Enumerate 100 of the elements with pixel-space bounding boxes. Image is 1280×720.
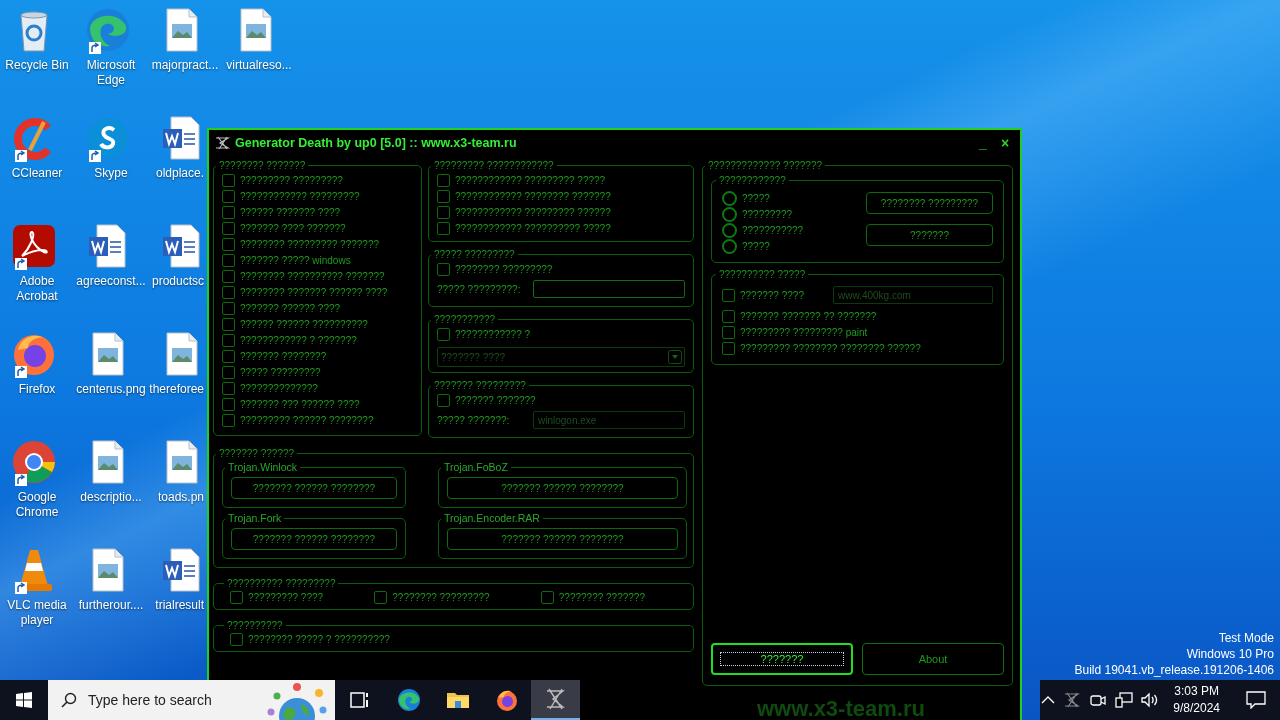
footer-link-text: www.x3-team.ru — [757, 696, 925, 720]
checkbox-label: ??????? ??????? — [455, 394, 536, 406]
checkbox[interactable] — [222, 173, 235, 187]
clock-date[interactable]: 9/8/2024 — [1173, 700, 1220, 717]
field-label: ????? ???????: — [437, 414, 511, 426]
checkbox[interactable] — [222, 253, 235, 267]
checkbox[interactable] — [722, 288, 735, 302]
browser-icon — [494, 688, 519, 712]
group-title: ?????????? ????????? — [226, 578, 337, 589]
checkbox[interactable] — [437, 221, 450, 235]
group-title: ???????????? — [718, 175, 787, 186]
dialog-button[interactable]: About — [862, 643, 1004, 675]
action-button[interactable]: ??????? ?????? ???????? — [447, 477, 678, 499]
icon-label[interactable]: thereforee — [149, 382, 204, 397]
icon-label[interactable]: VLC media player — [1, 598, 73, 628]
checkbox[interactable] — [222, 237, 235, 251]
radio-button[interactable] — [722, 238, 737, 254]
checkbox[interactable] — [222, 381, 235, 395]
checkbox[interactable] — [437, 189, 450, 203]
checkbox-label: ??????? ??? ?????? ???? — [240, 398, 360, 410]
checkbox-label: ??????? ???? ??????? — [240, 222, 346, 234]
icon-label[interactable]: majorpract... — [149, 58, 221, 73]
document-icon[interactable] — [87, 222, 129, 270]
document-icon[interactable] — [161, 222, 203, 270]
radio-button[interactable] — [722, 190, 737, 206]
icon-label[interactable]: centerus.png — [75, 382, 147, 397]
icon-label[interactable]: furtherour.... — [75, 598, 147, 613]
icon-label[interactable]: oldplace. — [155, 166, 204, 181]
app-logo-icon[interactable] — [1063, 692, 1082, 708]
checkbox[interactable] — [222, 413, 235, 427]
icon-label[interactable]: agreeconst... — [75, 274, 147, 289]
checkbox[interactable] — [222, 317, 235, 331]
checkbox[interactable] — [437, 327, 450, 341]
checkbox[interactable] — [437, 393, 450, 407]
radio-button[interactable] — [722, 206, 737, 222]
dialog-button[interactable]: ??????? — [711, 643, 853, 675]
checkbox[interactable] — [437, 262, 450, 276]
action-button[interactable]: ??????? — [866, 224, 993, 246]
icon-label[interactable]: Adobe Acrobat — [1, 274, 73, 304]
checkbox[interactable] — [722, 309, 735, 323]
icon-label[interactable]: virtualreso... — [223, 58, 295, 73]
checkbox[interactable] — [374, 590, 388, 604]
group-title: ??????? ?????? — [218, 448, 296, 459]
browser-icon[interactable] — [87, 6, 129, 54]
checkbox-label: ??????? ???? — [740, 289, 804, 301]
action-button[interactable]: ??????? ?????? ???????? — [447, 528, 678, 550]
checkbox[interactable] — [222, 397, 235, 411]
icon-label[interactable]: Google Chrome — [1, 490, 73, 520]
checkbox[interactable] — [222, 269, 235, 283]
volume-icon[interactable] — [1141, 692, 1160, 708]
icon-label[interactable]: Firefox — [1, 382, 73, 397]
browser-icon[interactable] — [13, 438, 55, 486]
clock-time[interactable]: 3:03 PM — [1174, 683, 1219, 700]
action-button[interactable]: ??????? ?????? ???????? — [231, 528, 397, 550]
checkbox-label: ???????????? ? ??????? — [240, 334, 357, 346]
group-title: ???????? ??????? — [218, 160, 307, 171]
notification-icon[interactable] — [1246, 691, 1266, 709]
checkbox[interactable] — [222, 285, 235, 299]
checkbox-label: ?????? ?????? ?????????? — [240, 318, 368, 330]
checkbox-label: ?????????????? — [240, 382, 318, 394]
input-field[interactable] — [533, 280, 685, 298]
checkbox-label: ???????????? ????????? ????? — [455, 174, 606, 186]
group-title: ????????????? ??????? — [707, 160, 823, 171]
action-button[interactable]: ???????? ????????? — [866, 192, 993, 214]
icon-label[interactable]: Recycle Bin — [1, 58, 73, 73]
checkbox[interactable] — [722, 341, 735, 355]
checkbox[interactable] — [222, 365, 235, 379]
icon-label[interactable]: Skype — [75, 166, 147, 181]
icon-label[interactable]: toads.pn — [157, 490, 204, 505]
document-icon[interactable] — [161, 114, 203, 162]
checkbox[interactable] — [222, 301, 235, 315]
camera-icon[interactable] — [1089, 692, 1108, 708]
group-title: ?????????? — [226, 620, 284, 631]
checkbox[interactable] — [230, 590, 243, 604]
group-title: ????? ????????? — [433, 249, 516, 260]
chevron-up-icon[interactable] — [1041, 695, 1056, 705]
action-button[interactable]: ??????? ?????? ???????? — [231, 477, 397, 499]
icon-label[interactable]: productsc — [151, 274, 204, 289]
checkbox[interactable] — [222, 221, 235, 235]
icon-label[interactable]: CCleaner — [1, 166, 73, 181]
icon-label[interactable]: Microsoft Edge — [75, 58, 147, 88]
pdf-app-icon[interactable] — [13, 222, 55, 270]
checkbox[interactable] — [722, 325, 735, 339]
checkbox[interactable] — [222, 333, 235, 347]
checkbox[interactable] — [222, 349, 235, 363]
search-field[interactable]: Type here to search — [48, 680, 335, 720]
checkbox[interactable] — [222, 205, 235, 219]
icon-label[interactable]: descriptio... — [75, 490, 147, 505]
checkbox[interactable] — [437, 205, 450, 219]
icon-label[interactable]: trialresult — [155, 598, 204, 613]
checkbox[interactable] — [540, 590, 554, 604]
checkbox[interactable] — [437, 173, 450, 187]
checkbox[interactable] — [222, 189, 235, 203]
checkbox[interactable] — [230, 632, 243, 646]
group-title: Trojan.Encoder.RAR — [443, 512, 541, 524]
radio-button[interactable] — [722, 222, 737, 238]
minimize-button[interactable]: _ — [974, 135, 992, 151]
network-icon[interactable] — [1115, 692, 1134, 708]
close-button[interactable]: × — [996, 135, 1014, 151]
document-icon[interactable] — [161, 546, 203, 594]
